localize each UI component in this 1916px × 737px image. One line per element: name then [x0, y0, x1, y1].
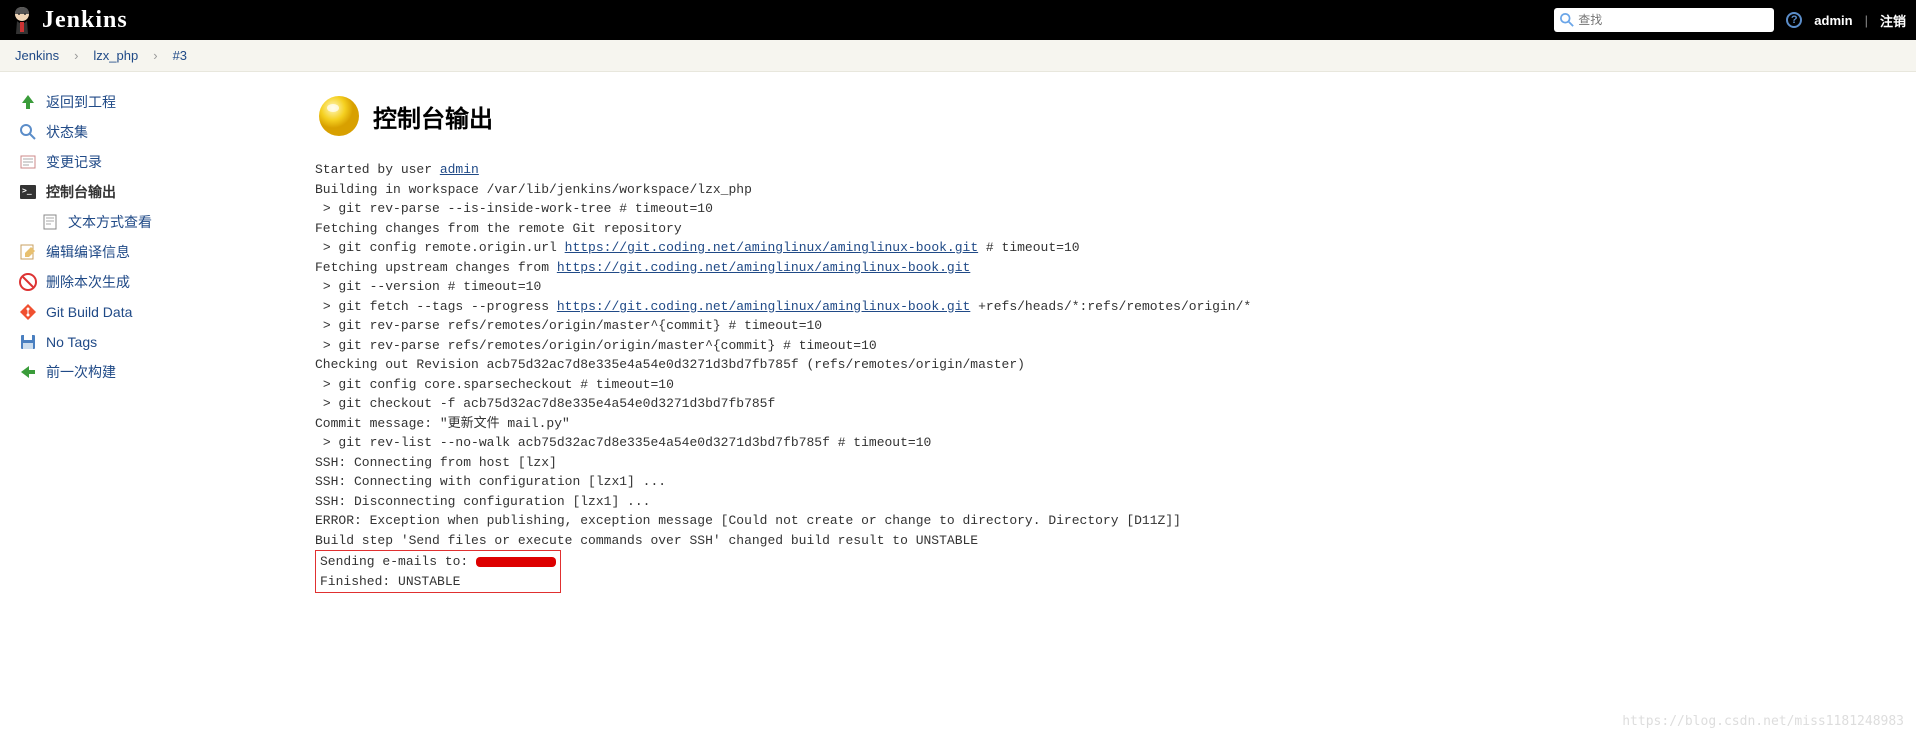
sidebar-item-delete-build[interactable]: 删除本次生成	[10, 267, 290, 297]
svg-text:>_: >_	[22, 186, 32, 195]
sidebar-item-label: 文本方式查看	[68, 212, 152, 232]
help-icon[interactable]: ?	[1786, 12, 1802, 28]
changes-icon	[18, 152, 38, 172]
search-box[interactable]	[1554, 8, 1774, 32]
breadcrumb-separator: ›	[74, 48, 78, 63]
sidebar-item-label: Git Build Data	[46, 304, 132, 320]
delete-icon	[18, 272, 38, 292]
main-layout: 返回到工程 状态集 变更记录 >_ 控制台输出 文本方式查看 编辑编译信息 删除…	[0, 72, 1916, 613]
header-separator: |	[1865, 13, 1868, 28]
sidebar-item-git-build-data[interactable]: Git Build Data	[10, 297, 290, 327]
console-output: Started by user admin Building in worksp…	[315, 160, 1901, 593]
git-icon	[18, 302, 38, 322]
header-right: ? admin | 注销	[1554, 8, 1906, 32]
build-status-ball-icon	[315, 92, 363, 140]
console-link-fetch-url[interactable]: https://git.coding.net/aminglinux/amingl…	[557, 260, 970, 275]
top-header: Jenkins ? admin | 注销	[0, 0, 1916, 40]
sidebar-item-plain-text[interactable]: 文本方式查看	[10, 207, 290, 237]
sidebar-item-label: 编辑编译信息	[46, 242, 130, 262]
breadcrumb-item-job[interactable]: lzx_php	[93, 48, 138, 63]
sidebar-item-changes[interactable]: 变更记录	[10, 147, 290, 177]
logo-text: Jenkins	[42, 7, 128, 34]
sidebar-item-label: 状态集	[46, 122, 88, 142]
terminal-icon: >_	[18, 182, 38, 202]
logo-section[interactable]: Jenkins	[10, 4, 1554, 36]
search-icon	[1560, 13, 1574, 27]
breadcrumb-separator: ›	[153, 48, 157, 63]
sidebar-item-label: 控制台输出	[46, 182, 116, 202]
page-title-row: 控制台输出	[315, 92, 1901, 140]
breadcrumb-item-build[interactable]: #3	[173, 48, 187, 63]
sidebar-item-back-to-project[interactable]: 返回到工程	[10, 87, 290, 117]
jenkins-logo-icon	[10, 4, 34, 36]
user-link[interactable]: admin	[1814, 13, 1852, 28]
breadcrumb-item-jenkins[interactable]: Jenkins	[15, 48, 59, 63]
console-link-fetch-progress-url[interactable]: https://git.coding.net/aminglinux/amingl…	[557, 299, 970, 314]
email-highlight-box: Sending e-mails to: Finished: UNSTABLE	[315, 550, 561, 593]
sidebar-item-edit-build-info[interactable]: 编辑编译信息	[10, 237, 290, 267]
console-link-git-config-url[interactable]: https://git.coding.net/aminglinux/amingl…	[565, 240, 978, 255]
sidebar-item-label: 变更记录	[46, 152, 102, 172]
redacted-email	[476, 557, 556, 567]
main-content: 控制台输出 Started by user admin Building in …	[300, 72, 1916, 613]
console-user-link[interactable]: admin	[440, 162, 479, 177]
sidebar: 返回到工程 状态集 变更记录 >_ 控制台输出 文本方式查看 编辑编译信息 删除…	[0, 72, 300, 613]
notepad-icon	[18, 242, 38, 262]
page-title: 控制台输出	[373, 99, 493, 134]
document-icon	[40, 212, 60, 232]
sidebar-item-no-tags[interactable]: No Tags	[10, 327, 290, 357]
sidebar-item-label: 前一次构建	[46, 362, 116, 382]
search-icon	[18, 122, 38, 142]
sidebar-item-previous-build[interactable]: 前一次构建	[10, 357, 290, 387]
left-arrow-icon	[18, 362, 38, 382]
search-input[interactable]	[1574, 13, 1768, 27]
sidebar-item-status[interactable]: 状态集	[10, 117, 290, 147]
logout-link[interactable]: 注销	[1880, 11, 1906, 30]
watermark: https://blog.csdn.net/miss1181248983	[1622, 714, 1904, 729]
up-arrow-icon	[18, 92, 38, 112]
sidebar-item-label: 返回到工程	[46, 92, 116, 112]
save-icon	[18, 332, 38, 352]
sidebar-item-console-output[interactable]: >_ 控制台输出	[10, 177, 290, 207]
breadcrumb: Jenkins › lzx_php › #3	[0, 40, 1916, 72]
sidebar-item-label: No Tags	[46, 334, 97, 350]
sidebar-item-label: 删除本次生成	[46, 272, 130, 292]
